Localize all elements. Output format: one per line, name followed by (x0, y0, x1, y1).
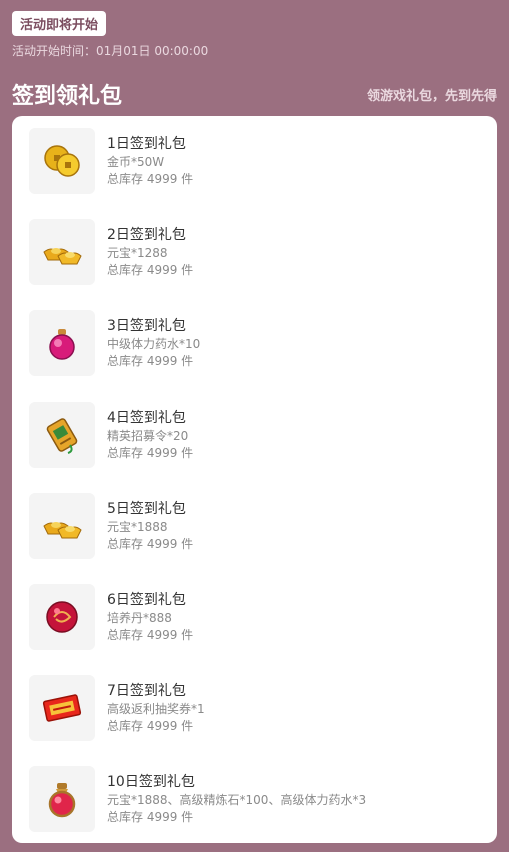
gift-item-day7[interactable]: 7日签到礼包 高级返利抽奖券*1 总库存 4999 件 (29, 675, 479, 741)
gold-ingot-icon (43, 522, 82, 539)
gift-stock: 总库存 4999 件 (107, 354, 194, 368)
activity-start-time: 活动开始时间：01月01日 00:00:00 (12, 44, 209, 58)
gift-item-day3[interactable]: 3日签到礼包 中级体力药水*10 总库存 4999 件 (29, 310, 479, 376)
gold-ingot-icon (43, 248, 82, 265)
gift-name: 5日签到礼包 (107, 501, 186, 517)
gold-coins-icon (44, 145, 80, 177)
gift-name: 3日签到礼包 (107, 318, 186, 334)
page-slogan: 领游戏礼包，先到先得 (366, 89, 497, 104)
gift-stock: 总库存 4999 件 (107, 719, 194, 733)
gift-thumb (29, 675, 95, 741)
gift-item-day6[interactable]: 6日签到礼包 培养丹*888 总库存 4999 件 (29, 584, 479, 650)
gift-item-day1[interactable]: 1日签到礼包 金币*50W 总库存 4999 件 (29, 128, 479, 194)
gift-reward: 高级返利抽奖券*1 (107, 702, 205, 716)
gift-stock: 总库存 4999 件 (107, 172, 194, 186)
gift-thumb (29, 584, 95, 650)
gift-thumb (29, 493, 95, 559)
gift-name: 7日签到礼包 (107, 683, 186, 699)
gift-reward: 金币*50W (107, 155, 165, 169)
gift-item-day2[interactable]: 2日签到礼包 元宝*1288 总库存 4999 件 (29, 219, 479, 285)
gift-stock: 总库存 4999 件 (107, 263, 194, 277)
gift-name: 6日签到礼包 (107, 592, 186, 608)
gift-name: 4日签到礼包 (107, 410, 186, 426)
gift-thumb (29, 402, 95, 468)
gift-name: 10日签到礼包 (107, 774, 195, 790)
gift-stock: 总库存 4999 件 (107, 810, 194, 824)
gift-item-day4[interactable]: 4日签到礼包 精英招募令*20 总库存 4999 件 (29, 402, 479, 468)
advanced-potion-icon (48, 783, 76, 818)
gift-reward: 元宝*1888 (107, 520, 168, 534)
gift-reward: 中级体力药水*10 (107, 337, 201, 351)
gift-list-panel: 1日签到礼包 金币*50W 总库存 4999 件 2日签到礼包 元宝*1288 … (12, 116, 497, 843)
gift-thumb (29, 310, 95, 376)
gift-item-day10[interactable]: 10日签到礼包 元宝*1888、高级精炼石*100、高级体力药水*3 总库存 4… (29, 766, 479, 832)
gift-thumb (29, 766, 95, 832)
gift-stock: 总库存 4999 件 (107, 537, 194, 551)
gift-name: 1日签到礼包 (107, 136, 186, 152)
recruit-token-icon (46, 418, 78, 454)
gift-reward: 元宝*1888、高级精炼石*100、高级体力药水*3 (107, 793, 367, 807)
gift-thumb (29, 128, 95, 194)
gift-thumb (29, 219, 95, 285)
page-title: 签到领礼包 (12, 84, 123, 109)
gift-stock: 总库存 4999 件 (107, 446, 194, 460)
potion-icon (49, 329, 75, 360)
gift-item-day5[interactable]: 5日签到礼包 元宝*1888 总库存 4999 件 (29, 493, 479, 559)
activity-status-badge: 活动即将开始 (12, 11, 107, 36)
gift-reward: 培养丹*888 (107, 611, 172, 625)
lottery-ticket-icon (42, 694, 82, 722)
gift-reward: 元宝*1288 (107, 246, 168, 260)
pill-orb-icon (46, 601, 78, 633)
gift-reward: 精英招募令*20 (107, 429, 189, 443)
gift-name: 2日签到礼包 (107, 227, 186, 243)
gift-stock: 总库存 4999 件 (107, 628, 194, 642)
